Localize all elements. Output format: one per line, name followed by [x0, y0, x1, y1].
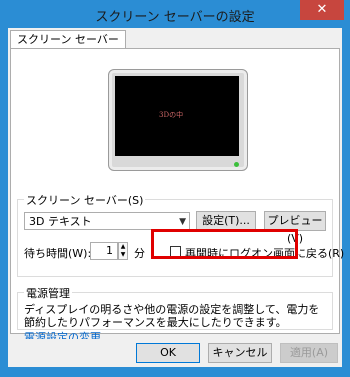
power-description: ディスプレイの明るさや他の電源の設定を調整して、電力を節約したりパフォーマンスを…	[24, 303, 320, 329]
screensaver-selected-value: 3D テキスト	[29, 215, 92, 228]
title-bar: スクリーン セーバーの設定 ✕	[0, 0, 350, 28]
button-bar: OK キャンセル 適用(A)	[8, 339, 342, 367]
tab-panel: 3Dの中 スクリーン セーバー(S) 3D テキスト ▼ 設定(T)... プレ…	[10, 48, 344, 344]
wait-unit: 分	[134, 247, 145, 260]
screensaver-group-label: スクリーン セーバー(S)	[24, 192, 146, 208]
power-group-label: 電源管理	[24, 285, 72, 301]
wait-label: 待ち時間(W):	[24, 247, 92, 260]
preview-text: 3Dの中	[159, 111, 184, 119]
close-button[interactable]: ✕	[300, 0, 344, 20]
wait-input[interactable]: 1	[90, 242, 118, 260]
power-led-icon	[234, 162, 239, 167]
preview-monitor: 3Dの中	[108, 69, 248, 171]
down-icon: ▼	[120, 251, 126, 258]
window-title: スクリーン セーバーの設定	[95, 10, 255, 25]
preview-screen: 3Dの中	[115, 76, 239, 156]
settings-button[interactable]: 設定(T)...	[196, 211, 256, 231]
ok-button[interactable]: OK	[136, 343, 200, 363]
apply-button[interactable]: 適用(A)	[280, 343, 338, 363]
power-group: 電源管理 ディスプレイの明るさや他の電源の設定を調整して、電力を節約したりパフォ…	[17, 285, 333, 344]
tab-screensaver[interactable]: スクリーン セーバー	[10, 30, 126, 49]
up-icon: ▲	[120, 243, 126, 250]
highlight-box	[151, 229, 298, 259]
wait-stepper[interactable]: ▲ ▼	[118, 242, 128, 260]
screensaver-select[interactable]: 3D テキスト ▼	[24, 212, 190, 230]
dialog-client: スクリーン セーバー 3Dの中 スクリーン セーバー(S) 3D テキスト ▼ …	[8, 28, 344, 367]
cancel-button[interactable]: キャンセル	[208, 343, 272, 363]
preview-button[interactable]: プレビュー(V)	[264, 211, 326, 245]
close-icon: ✕	[316, 2, 328, 17]
